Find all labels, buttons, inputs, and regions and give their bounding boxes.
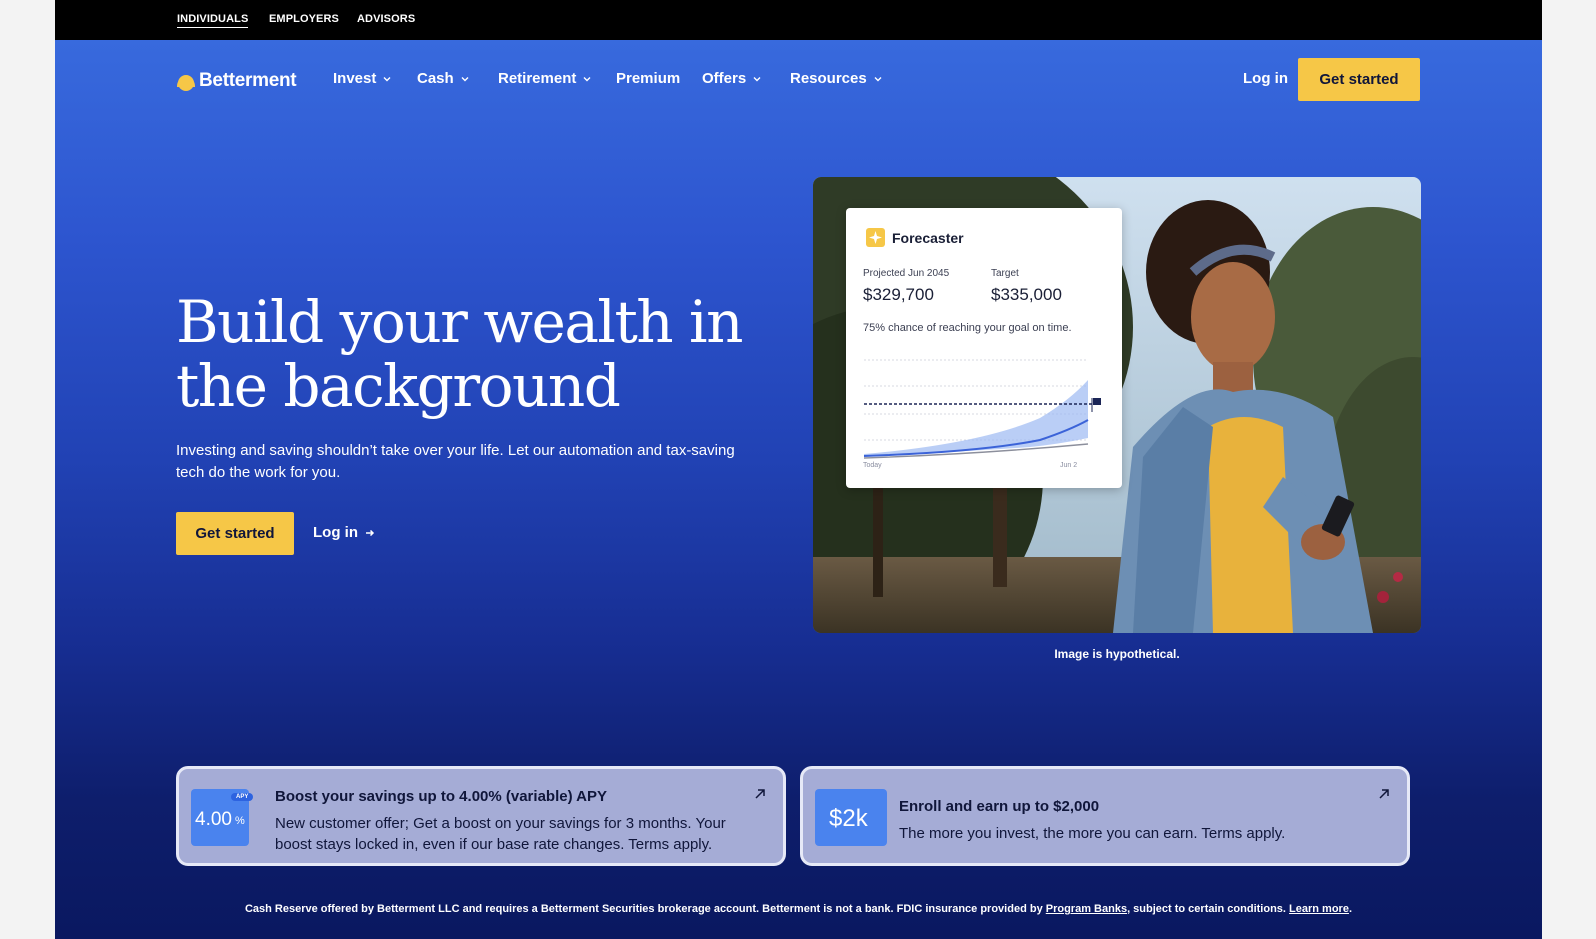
apy-badge-tile: 4.00 % APY <box>191 789 254 846</box>
bonus-badge-tile: $2k <box>815 789 887 846</box>
target-label: Target <box>991 268 1019 279</box>
savings-promo-body-line2: boost stays locked in, even if our base … <box>275 836 713 853</box>
audience-tab-advisors[interactable]: ADVISORS <box>357 13 415 25</box>
nav-cash-label: Cash <box>417 70 454 87</box>
target-value: $335,000 <box>991 285 1062 304</box>
hero-subtitle: Investing and saving shouldn’t take over… <box>176 442 735 481</box>
nav-invest-label: Invest <box>333 70 377 87</box>
nav-resources[interactable]: Resources <box>790 70 883 87</box>
audience-tab-individuals[interactable]: INDIVIDUALS <box>177 13 249 28</box>
nav-retirement-label: Retirement <box>498 70 577 87</box>
nav-cash[interactable]: Cash <box>417 70 470 87</box>
audience-bar: INDIVIDUALS EMPLOYERS ADVISORS <box>55 0 1542 40</box>
chevron-down-icon <box>753 76 761 81</box>
arrow-up-right-icon <box>755 789 765 799</box>
savings-promo-title: Boost your savings up to 4.00% (variable… <box>275 788 608 805</box>
betterment-logo[interactable]: Betterment <box>176 70 297 92</box>
apy-badge-value: 4.00 <box>195 809 232 830</box>
apy-tag: APY <box>231 793 254 801</box>
savings-promo-card[interactable]: 4.00 % APY Boost your savings up to 4.00… <box>176 766 786 866</box>
nav-premium[interactable]: Premium <box>616 70 680 87</box>
nav-offers[interactable]: Offers <box>702 70 762 87</box>
program-banks-link[interactable]: Program Banks <box>1046 903 1127 915</box>
hero-title-line2: the background <box>176 352 621 420</box>
x-axis-start-label: Today <box>863 462 882 469</box>
chevron-down-icon <box>874 76 882 81</box>
nav-premium-label: Premium <box>616 70 681 87</box>
chevron-down-icon <box>583 76 591 81</box>
forecast-chart <box>863 359 1101 459</box>
enroll-promo-title: Enroll and earn up to $2,000 <box>899 798 1100 815</box>
image-caption: Image is hypothetical. <box>1054 647 1180 661</box>
hero-title-line1: Build your wealth in <box>176 288 743 356</box>
apy-badge-unit: % <box>235 815 245 827</box>
chevron-down-icon <box>383 76 391 81</box>
nav-invest[interactable]: Invest <box>333 70 392 87</box>
hero-login-label: Log in <box>313 524 358 541</box>
nav-resources-label: Resources <box>790 70 867 87</box>
enroll-promo-body: The more you invest, the more you can ea… <box>899 825 1286 842</box>
forecaster-card: Forecaster Projected Jun 2045 $329,700 T… <box>846 208 1122 488</box>
hero-get-started-button[interactable]: Get started <box>176 512 294 555</box>
disclaimer-text-after: . <box>1348 903 1353 915</box>
disclaimer-text-before: Cash Reserve offered by Betterment LLC a… <box>244 903 1046 915</box>
disclaimer-text-middle: , subject to certain conditions. <box>1127 903 1290 915</box>
main-nav: Betterment Invest Cash Retirement Premiu… <box>55 40 1542 120</box>
learn-more-link[interactable]: Learn more <box>1289 903 1349 915</box>
enroll-promo-card[interactable]: $2k Enroll and earn up to $2,000 The mor… <box>800 766 1410 866</box>
savings-promo-body-line1: New customer offer; Get a boost on your … <box>275 815 726 832</box>
arrow-up-right-icon <box>1379 789 1389 799</box>
page: INDIVIDUALS EMPLOYERS ADVISORS Bettermen… <box>55 0 1542 939</box>
x-axis-end-label: Jun 2 <box>1060 462 1078 469</box>
hero-title: Build your wealth in the background <box>176 290 776 418</box>
fdic-disclaimer: Cash Reserve offered by Betterment LLC a… <box>55 903 1542 915</box>
sparkle-icon <box>866 228 885 247</box>
sun-logo-icon <box>177 75 195 91</box>
arrow-right-icon <box>366 529 375 536</box>
audience-tab-employers[interactable]: EMPLOYERS <box>269 13 339 25</box>
nav-login-link[interactable]: Log in <box>1243 70 1288 87</box>
bonus-badge-value: $2k <box>829 805 868 832</box>
hero-login-link[interactable]: Log in <box>313 524 376 541</box>
nav-retirement[interactable]: Retirement <box>498 70 592 87</box>
forecaster-note: 75% chance of reaching your goal on time… <box>863 322 1072 334</box>
chevron-down-icon <box>461 76 469 81</box>
forecaster-title: Forecaster <box>892 230 964 246</box>
nav-offers-label: Offers <box>702 70 747 87</box>
projected-label: Projected Jun 2045 <box>863 268 950 279</box>
projected-value: $329,700 <box>863 285 934 304</box>
logo-wordmark: Betterment <box>199 70 297 91</box>
nav-get-started-button[interactable]: Get started <box>1298 58 1420 101</box>
